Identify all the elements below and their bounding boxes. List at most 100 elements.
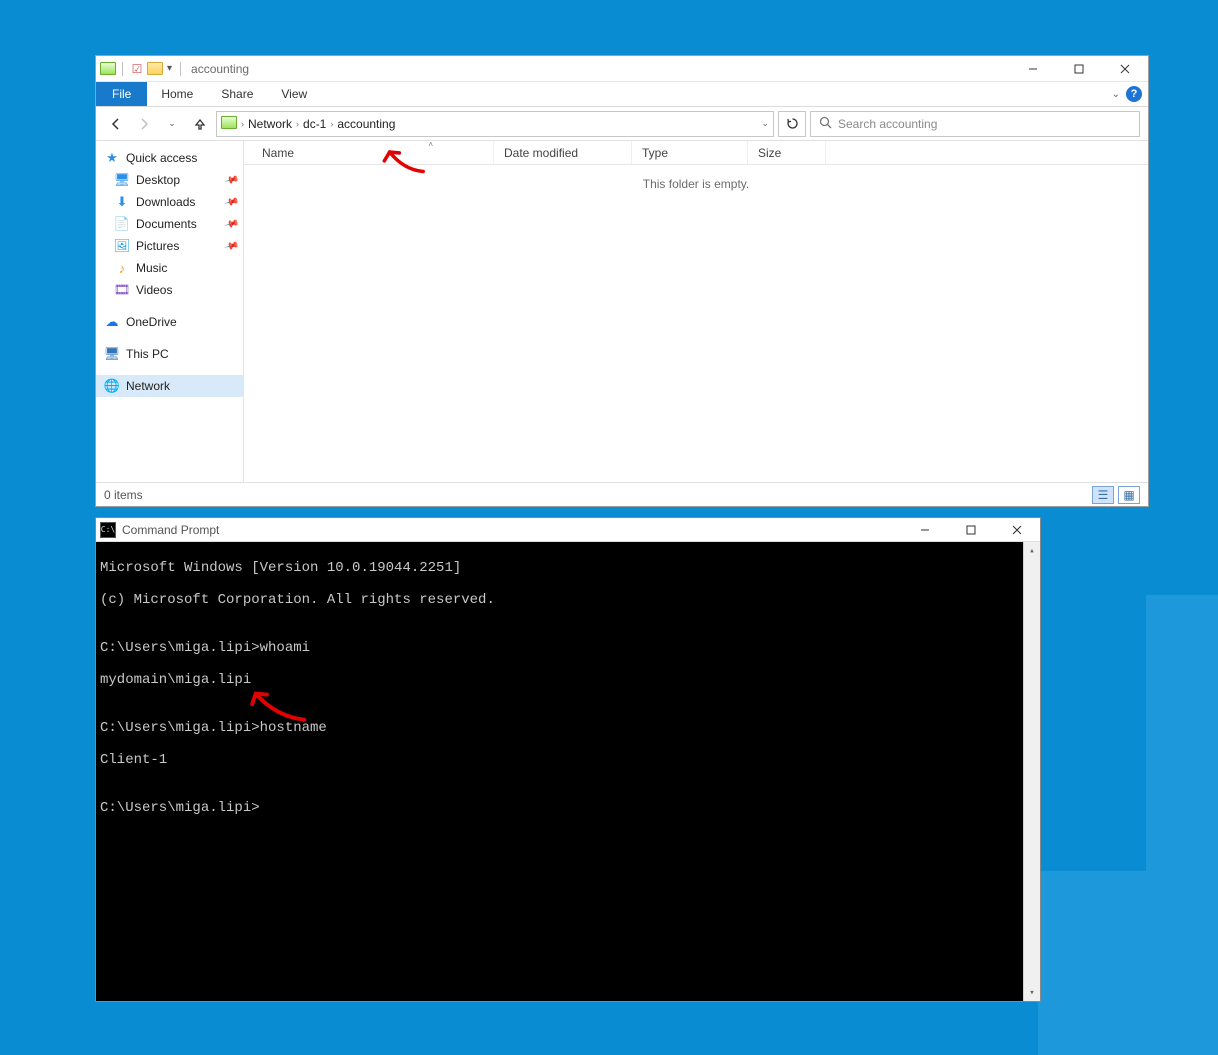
sidebar-quick-access[interactable]: ★ Quick access <box>96 147 243 169</box>
search-box[interactable] <box>810 111 1140 137</box>
download-icon: ⬇ <box>114 194 130 210</box>
details-view-icon[interactable]: ☰ <box>1092 486 1114 504</box>
address-dropdown-icon[interactable]: ⌄ <box>761 118 769 129</box>
tab-view[interactable]: View <box>267 82 321 106</box>
column-name[interactable]: Name ˄ <box>244 141 494 164</box>
column-headers: Name ˄ Date modified Type Size <box>244 141 1148 165</box>
refresh-button[interactable] <box>778 111 806 137</box>
breadcrumb-dc1[interactable]: dc-1› <box>303 117 333 131</box>
sidebar-item-label: Desktop <box>136 173 180 187</box>
sidebar-item-label: OneDrive <box>126 315 177 329</box>
documents-icon: 📄 <box>114 216 130 232</box>
scroll-up-icon[interactable]: ▴ <box>1024 542 1040 559</box>
cmd-line: Microsoft Windows [Version 10.0.19044.22… <box>100 560 1036 576</box>
sidebar: ★ Quick access 🖥 Desktop 📌 ⬇ Downloads 📌… <box>96 141 244 482</box>
status-bar: 0 items ☰ ▦ <box>96 482 1148 506</box>
minimize-button[interactable] <box>902 517 948 543</box>
sidebar-item-music[interactable]: ♪ Music <box>96 257 243 279</box>
properties-icon[interactable]: ☑ <box>129 61 145 77</box>
sidebar-item-desktop[interactable]: 🖥 Desktop 📌 <box>96 169 243 191</box>
command-prompt-window: C:\ Command Prompt Microsoft Windows [Ve… <box>95 517 1041 1002</box>
sidebar-item-label: Network <box>126 379 170 393</box>
close-button[interactable] <box>994 517 1040 543</box>
forward-button[interactable] <box>132 112 156 136</box>
scroll-down-icon[interactable]: ▾ <box>1024 984 1040 1001</box>
recent-locations-button[interactable]: ⌄ <box>160 112 184 136</box>
back-button[interactable] <box>104 112 128 136</box>
network-icon: 🌐 <box>104 378 120 394</box>
sidebar-item-onedrive[interactable]: ☁ OneDrive <box>96 311 243 333</box>
app-icon <box>100 61 116 77</box>
breadcrumb-accounting[interactable]: accounting <box>337 117 395 131</box>
empty-folder-message: This folder is empty. <box>244 177 1148 191</box>
cmd-line: C:\Users\miga.lipi>hostname <box>100 720 1036 736</box>
cmd-line: C:\Users\miga.lipi> <box>100 800 1036 816</box>
location-icon <box>221 116 237 132</box>
sidebar-item-documents[interactable]: 📄 Documents 📌 <box>96 213 243 235</box>
maximize-button[interactable] <box>948 517 994 543</box>
tab-share[interactable]: Share <box>207 82 267 106</box>
sidebar-item-downloads[interactable]: ⬇ Downloads 📌 <box>96 191 243 213</box>
maximize-button[interactable] <box>1056 56 1102 82</box>
pictures-icon: 🖼 <box>114 238 130 254</box>
cmd-line: (c) Microsoft Corporation. All rights re… <box>100 592 1036 608</box>
pin-icon: 📌 <box>223 194 239 210</box>
status-item-count: 0 items <box>104 488 143 502</box>
tab-file[interactable]: File <box>96 82 147 106</box>
search-icon <box>819 116 832 132</box>
qat-chevron-icon[interactable]: ▾ <box>167 63 172 74</box>
sidebar-item-label: Videos <box>136 283 172 297</box>
cloud-icon: ☁ <box>104 314 120 330</box>
cmd-window-title: Command Prompt <box>122 523 219 537</box>
search-input[interactable] <box>838 117 1131 131</box>
desktop-bg-accent <box>1038 595 1218 1055</box>
sidebar-item-thispc[interactable]: 🖥 This PC <box>96 343 243 365</box>
breadcrumb-network[interactable]: Network› <box>248 117 299 131</box>
star-icon: ★ <box>104 150 120 166</box>
file-explorer-window: ☑ ▾ accounting File Home Share View ⌄ ? <box>95 55 1149 507</box>
ribbon-expand-icon[interactable]: ⌄ <box>1112 89 1120 100</box>
sidebar-item-videos[interactable]: 🎞 Videos <box>96 279 243 301</box>
music-icon: ♪ <box>114 260 130 276</box>
minimize-button[interactable] <box>1010 56 1056 82</box>
content-pane[interactable]: Name ˄ Date modified Type Size This fold… <box>244 141 1148 482</box>
desktop-icon: 🖥 <box>114 172 130 188</box>
sidebar-item-label: Music <box>136 261 167 275</box>
sidebar-item-label: This PC <box>126 347 169 361</box>
pin-icon: 📌 <box>223 238 239 254</box>
videos-icon: 🎞 <box>114 282 130 298</box>
sort-indicator-icon: ˄ <box>428 140 433 149</box>
titlebar[interactable]: ☑ ▾ accounting <box>96 56 1148 82</box>
window-title: accounting <box>191 62 249 76</box>
sidebar-item-pictures[interactable]: 🖼 Pictures 📌 <box>96 235 243 257</box>
cmd-line: mydomain\miga.lipi <box>100 672 1036 688</box>
sidebar-item-label: Documents <box>136 217 197 231</box>
pc-icon: 🖥 <box>104 346 120 362</box>
cmd-scrollbar[interactable]: ▴ ▾ <box>1023 542 1040 1001</box>
cmd-terminal[interactable]: Microsoft Windows [Version 10.0.19044.22… <box>96 542 1040 1001</box>
sidebar-item-network[interactable]: 🌐 Network <box>96 375 243 397</box>
large-icons-view-icon[interactable]: ▦ <box>1118 486 1140 504</box>
cmd-window-controls <box>902 517 1040 543</box>
tab-home[interactable]: Home <box>147 82 207 106</box>
help-icon[interactable]: ? <box>1126 86 1142 102</box>
nav-row: ⌄ › Network› dc-1› accounting ⌄ <box>96 107 1148 141</box>
new-folder-icon[interactable] <box>147 61 163 77</box>
cmd-app-icon: C:\ <box>100 522 116 538</box>
quick-access-toolbar: ☑ ▾ <box>100 61 185 77</box>
column-type[interactable]: Type <box>632 141 748 164</box>
cmd-line: Client-1 <box>100 752 1036 768</box>
address-bar[interactable]: › Network› dc-1› accounting ⌄ <box>216 111 774 137</box>
window-controls <box>1010 56 1148 82</box>
pin-icon: 📌 <box>223 172 239 188</box>
sidebar-item-label: Quick access <box>126 151 197 165</box>
up-button[interactable] <box>188 112 212 136</box>
close-button[interactable] <box>1102 56 1148 82</box>
pin-icon: 📌 <box>223 216 239 232</box>
column-size[interactable]: Size <box>748 141 826 164</box>
divider <box>180 62 181 76</box>
sidebar-item-label: Downloads <box>136 195 195 209</box>
cmd-line: C:\Users\miga.lipi>whoami <box>100 640 1036 656</box>
cmd-titlebar[interactable]: C:\ Command Prompt <box>96 518 1040 542</box>
column-date[interactable]: Date modified <box>494 141 632 164</box>
